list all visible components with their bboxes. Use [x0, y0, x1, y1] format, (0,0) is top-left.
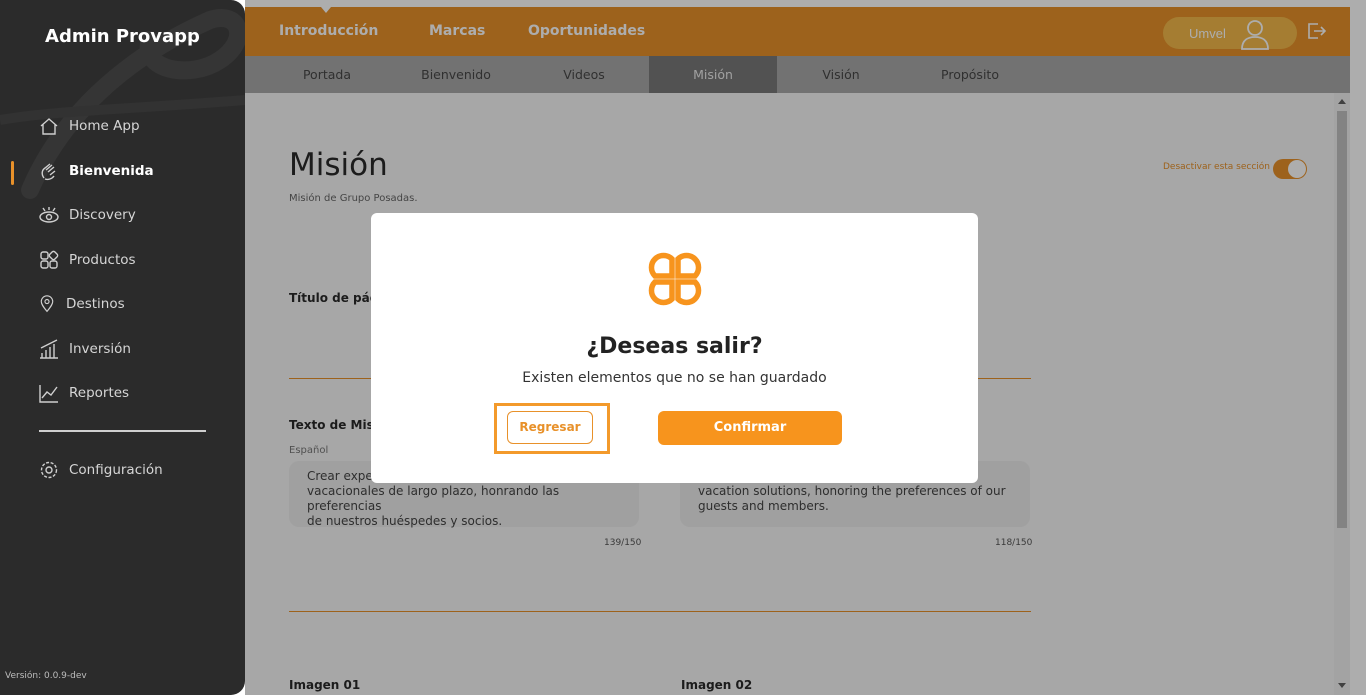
sidebar-item-label: Home App — [69, 118, 140, 134]
sidebar-item-label: Inversión — [69, 341, 131, 357]
home-icon — [40, 118, 58, 135]
sidebar-item-label: Destinos — [66, 296, 125, 312]
gear-icon — [40, 461, 58, 479]
back-button[interactable]: Regresar — [507, 411, 593, 444]
sidebar-item-destinos[interactable]: Destinos — [38, 292, 125, 316]
sidebar-item-configuracion[interactable]: Configuración — [38, 458, 163, 482]
sidebar-item-discovery[interactable]: Discovery — [38, 203, 136, 227]
clover-logo-icon — [648, 252, 702, 306]
dialog-message: Existen elementos que no se han guardado — [522, 370, 827, 386]
sidebar-item-bienvenida[interactable]: Bienvenida — [38, 159, 154, 183]
eye-icon — [39, 207, 59, 223]
sidebar-item-productos[interactable]: Productos — [38, 248, 136, 272]
sidebar-item-home-app[interactable]: Home App — [38, 114, 140, 138]
brand-title: Admin Provapp — [45, 26, 200, 47]
sidebar-item-label: Productos — [69, 252, 136, 268]
sidebar-item-label: Discovery — [69, 207, 136, 223]
location-pin-icon — [40, 295, 54, 313]
line-chart-icon — [39, 385, 58, 403]
grid-icon — [40, 250, 59, 269]
sidebar-item-label: Reportes — [69, 385, 130, 401]
sidebar-item-inversion[interactable]: Inversión — [38, 337, 131, 361]
bar-chart-icon — [40, 339, 58, 359]
sidebar: Admin Provapp Home App Bienvenida Discov… — [0, 0, 245, 695]
wave-hand-icon — [41, 163, 56, 181]
exit-confirm-dialog: ¿Deseas salir? Existen elementos que no … — [371, 213, 978, 483]
dialog-title: ¿Deseas salir? — [586, 334, 763, 359]
confirm-button[interactable]: Confirmar — [658, 411, 842, 445]
sidebar-item-label: Configuración — [69, 462, 163, 478]
sidebar-divider — [39, 430, 206, 432]
active-indicator — [11, 161, 14, 185]
sidebar-item-reportes[interactable]: Reportes — [38, 381, 129, 405]
version-text: Versión: 0.0.9-dev — [5, 671, 87, 681]
sidebar-item-label: Bienvenida — [69, 163, 154, 179]
